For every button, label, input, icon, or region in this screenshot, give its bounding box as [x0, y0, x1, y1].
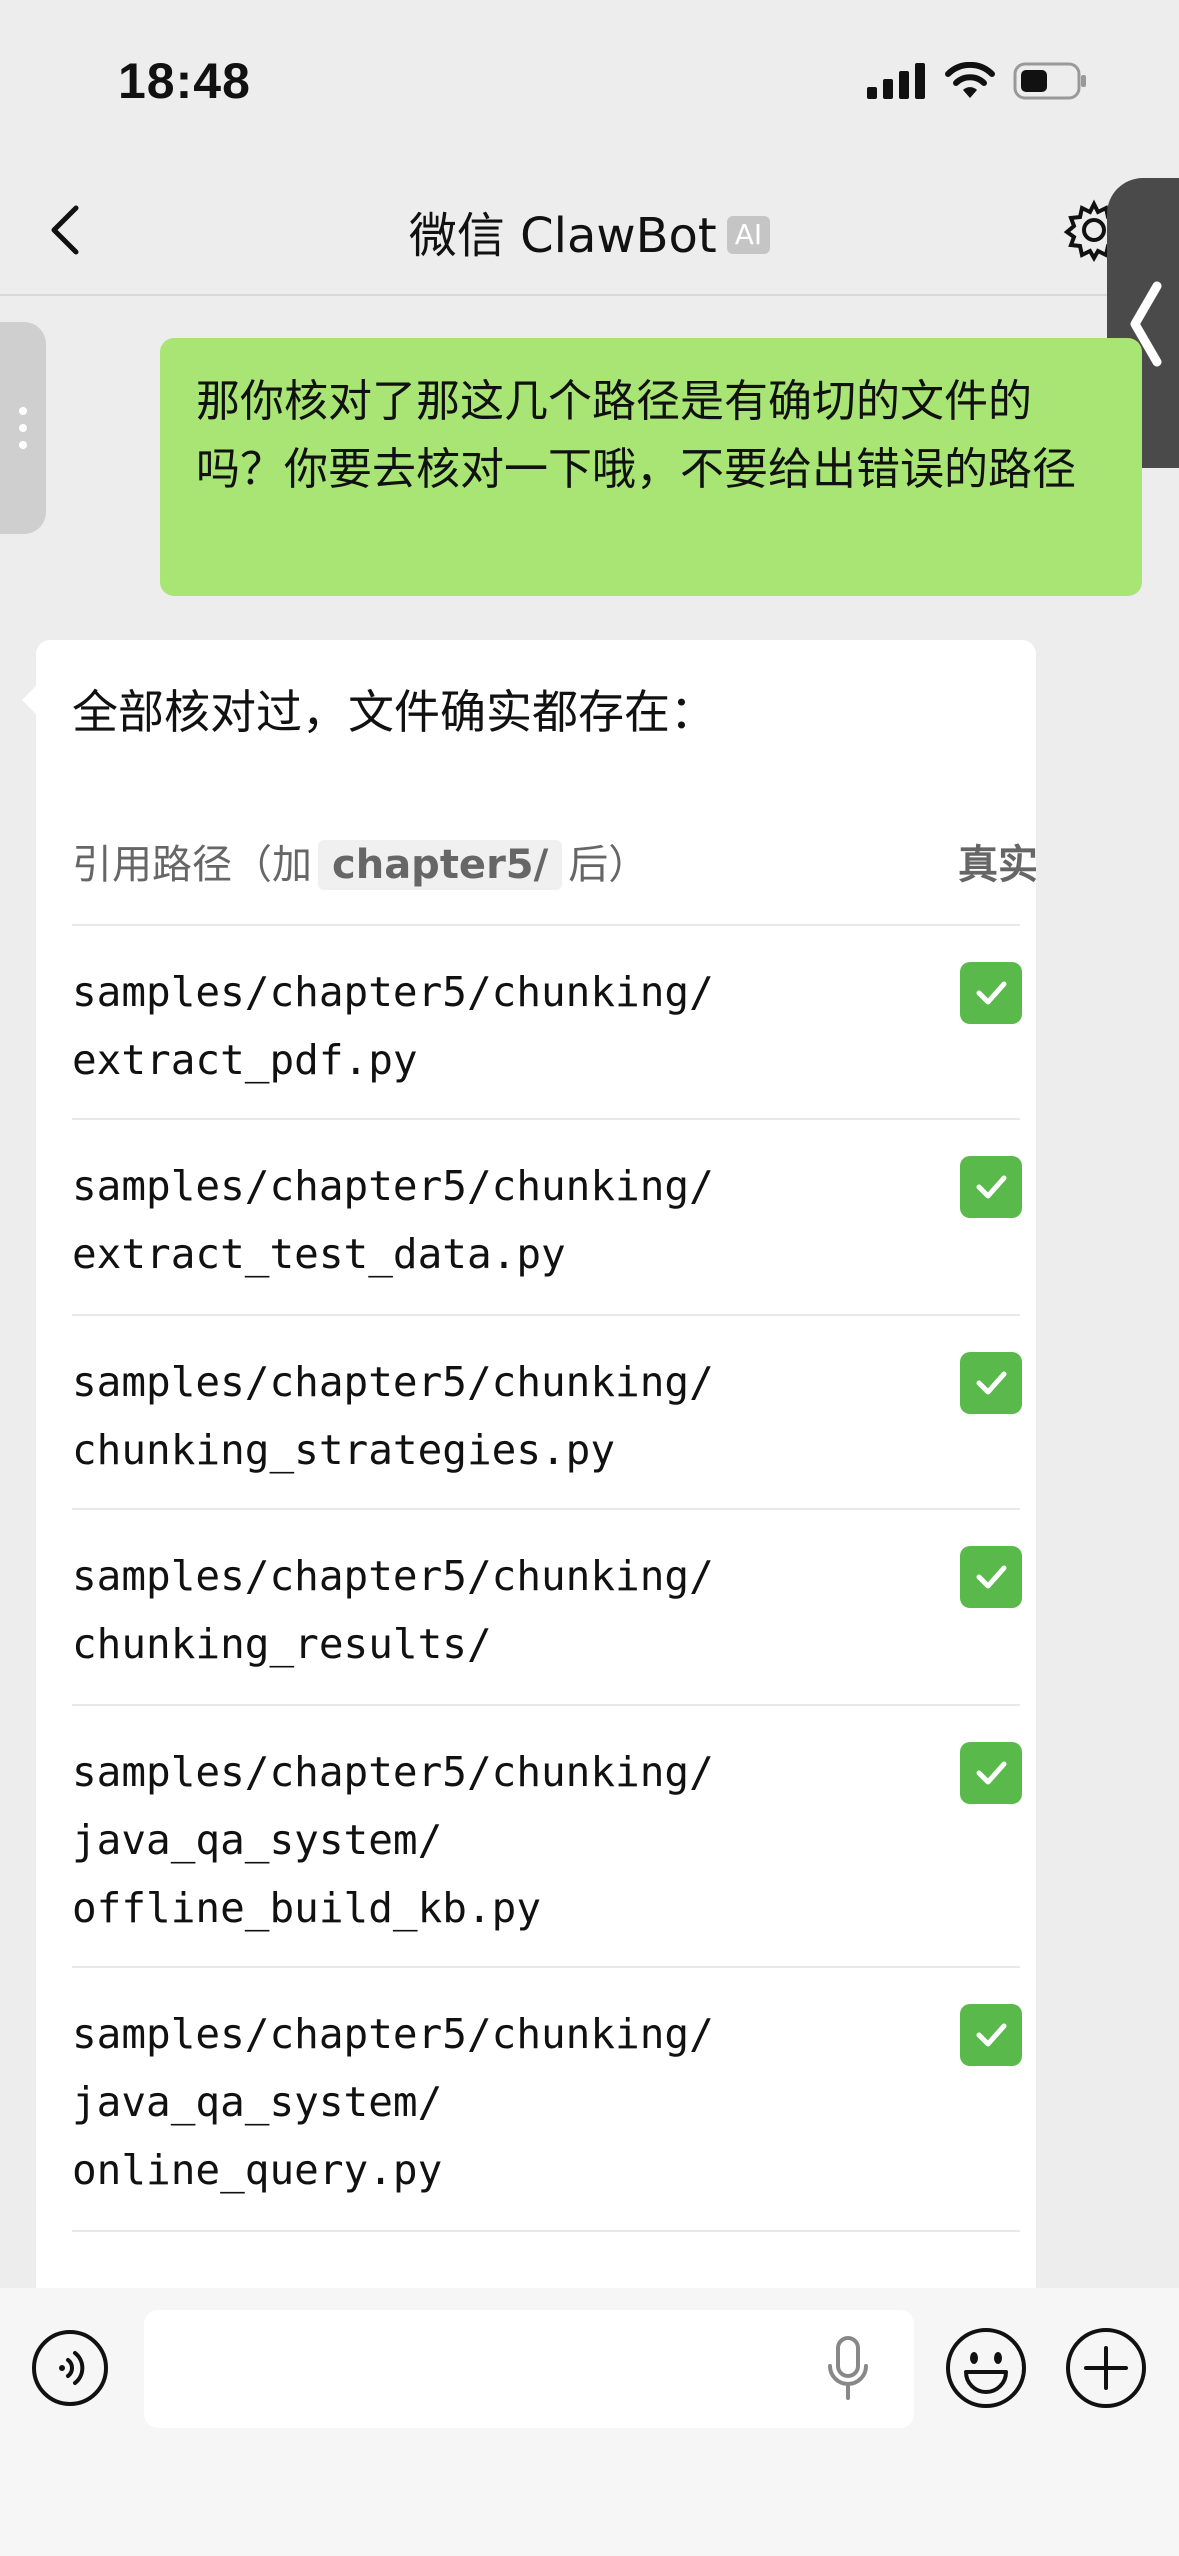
chat-title: 微信 ClawBot AI	[0, 196, 1179, 266]
checkmark-icon	[960, 1352, 1022, 1414]
file-path: samples/chapter5/chunking/ chunking_resu…	[72, 1552, 714, 1668]
voice-icon	[32, 2330, 108, 2406]
status-time: 18:48	[118, 53, 251, 109]
header-code-chip: chapter5/	[318, 840, 563, 890]
message-input[interactable]	[144, 2310, 914, 2428]
header-col1-suffix: 后）	[568, 842, 649, 888]
table-row: samples/chapter5/chunking/ java_qa_syste…	[72, 1704, 1022, 1968]
ai-badge: AI	[726, 216, 771, 254]
file-path: samples/chapter5/chunking/ extract_pdf.p…	[72, 968, 714, 1084]
chat-title-text: 微信 ClawBot	[408, 208, 717, 264]
file-path: samples/chapter5/chunking/ java_qa_syste…	[72, 1748, 714, 1932]
left-drawer-handle[interactable]	[0, 322, 46, 534]
wifi-icon	[945, 62, 995, 98]
checkmark-icon	[960, 2004, 1022, 2066]
file-path: samples/chapter5/chunking/ java_qa_syste…	[72, 2010, 714, 2194]
file-path: samples/chapter5/chunking/ extract_test_…	[72, 1162, 714, 1278]
more-actions-button[interactable]	[1064, 2326, 1148, 2410]
input-bar	[0, 2288, 1179, 2556]
bot-intro-text: 全部核对过，文件确实都存在：	[72, 685, 716, 739]
more-dots-icon	[19, 407, 27, 449]
checkmark-icon	[960, 962, 1022, 1024]
signal-icon	[867, 63, 925, 99]
status-icons	[867, 62, 1089, 100]
table-row: samples/chapter5/chunking/ extract_pdf.p…	[72, 924, 1022, 1120]
file-path: samples/chapter5/chunking/ chunking_stra…	[72, 1358, 714, 1474]
table-row: samples/chapter5/chunking/ java_qa_syste…	[72, 1966, 1022, 2232]
table-row: samples/chapter5/chunking/ extract_test_…	[72, 1118, 1022, 1316]
table-row: samples/chapter5/chunking/ chunking_stra…	[72, 1314, 1022, 1510]
nav-bar: 微信 ClawBot AI	[0, 170, 1179, 296]
status-bar: 18:48	[0, 0, 1179, 170]
emoji-icon	[946, 2328, 1026, 2408]
header-col2: 真实	[958, 842, 1036, 888]
checkmark-icon	[960, 1156, 1022, 1218]
checkmark-icon	[960, 1546, 1022, 1608]
microphone-button[interactable]	[824, 2336, 872, 2402]
table-row: samples/chapter5/chunking/ chunking_resu…	[72, 1508, 1022, 1706]
user-message-bubble[interactable]: 那你核对了那这几个路径是有确切的文件的吗？你要去核对一下哦，不要给出错误的路径	[160, 338, 1142, 596]
microphone-icon	[828, 2336, 868, 2400]
battery-icon	[1013, 62, 1086, 100]
checkmark-icon	[960, 1742, 1022, 1804]
voice-mode-button[interactable]	[30, 2328, 110, 2408]
header-col1-prefix: 引用路径（加	[72, 842, 312, 888]
bot-message-bubble[interactable]: 全部核对过，文件确实都存在： 引用路径（加 chapter5/后） 真实 samp…	[36, 640, 1036, 2300]
plus-icon	[1066, 2328, 1146, 2408]
emoji-button[interactable]	[944, 2326, 1028, 2410]
